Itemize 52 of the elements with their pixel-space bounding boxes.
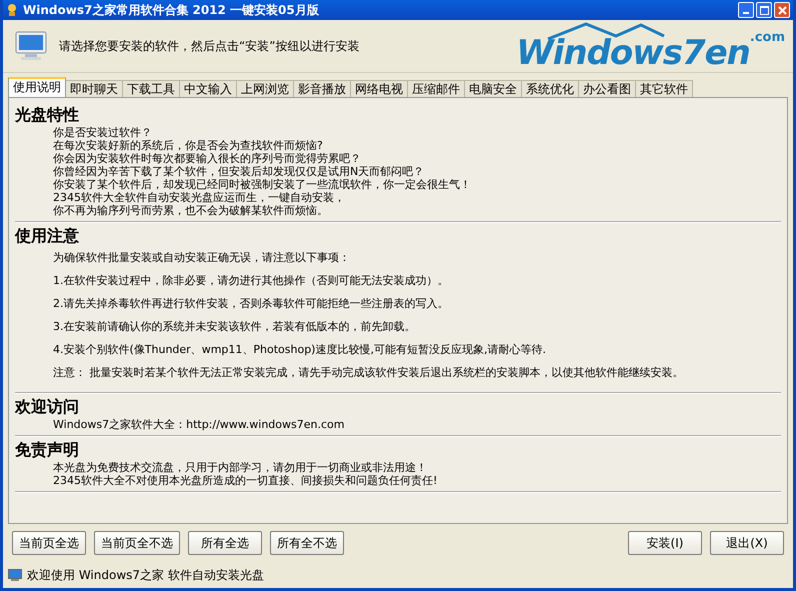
text-line: 你是否安装过软件？	[53, 126, 153, 139]
text-line: 2345软件大全软件自动安装光盘应运而生，一键自动安装，	[53, 191, 346, 204]
section-heading: 使用注意	[15, 225, 80, 247]
tab[interactable]: 中文输入	[179, 80, 237, 97]
exit-button[interactable]: 退出(X)	[710, 531, 784, 555]
text-line: 你会因为安装软件时每次都要输入很长的序列号而觉得劳累吧？	[53, 152, 362, 165]
tab[interactable]: 压缩邮件	[407, 80, 465, 97]
status-text: 欢迎使用 Windows7之家 软件自动安装光盘	[27, 566, 264, 584]
text-line: 你曾经因为辛苦下载了某个软件，但安装后却发现仅仅是试用N天而郁闷吧？	[53, 165, 426, 178]
select-button[interactable]: 所有全不选	[270, 531, 344, 555]
minimize-button[interactable]	[738, 2, 754, 18]
select-button[interactable]: 所有全选	[188, 531, 262, 555]
text-line: 你安装了某个软件后，却发现已经同时被强制安装了一些流氓软件，你一定会很生气！	[53, 178, 472, 191]
section-heading: 光盘特性	[15, 104, 80, 126]
window-title: Windows7之家常用软件合集 2012 一键安装05月版	[23, 2, 320, 18]
tab[interactable]: 其它软件	[635, 80, 693, 97]
text-line: 4.安装个别软件(像Thunder、wmp11、Photoshop)速度比较慢,可能有短暂没反应现象,请耐心等待.	[53, 342, 547, 357]
logo-domain-text: .com	[750, 30, 785, 45]
tab[interactable]: 下载工具	[122, 80, 180, 97]
tab[interactable]: 即时聊天	[65, 80, 123, 97]
tab[interactable]: 办公看图	[578, 80, 636, 97]
text-line: 1.在软件安装过程中，除非必要，请勿进行其他操作（否则可能无法安装成功）。	[53, 273, 450, 288]
section-heading: 欢迎访问	[15, 396, 80, 418]
maximize-icon	[760, 6, 768, 14]
tab[interactable]: 上网浏览	[236, 80, 294, 97]
section-heading: 免责声明	[15, 439, 80, 461]
text-line: 注意： 批量安装时若某个软件无法正常安装完成，请先手动完成该软件安装后退出系统栏的安装脚本，以使其他软件能继续安装。	[53, 365, 684, 380]
app-icon	[6, 3, 18, 17]
close-button[interactable]	[774, 2, 790, 18]
text-line: 3.在安装前请确认你的系统并未安装该软件，若装有低版本的，前先卸载。	[53, 319, 416, 334]
text-line: 2.请先关掉杀毒软件再进行软件安装，否则杀毒软件可能拒绝一些注册表的写入。	[53, 296, 450, 311]
maximize-button[interactable]	[756, 2, 772, 18]
tab[interactable]: 影音播放	[293, 80, 351, 97]
text-line: 2345软件大全不对使用本光盘所造成的一切直接、间接损失和问题负任何责任!	[53, 474, 438, 487]
select-button[interactable]: 当前页全选	[12, 531, 86, 555]
roof-logo-icon	[546, 22, 666, 40]
instruction-text: 请选择您要安装的软件，然后点击“安装”按纽以进行安装	[59, 38, 360, 54]
tab[interactable]: 电脑安全	[464, 80, 522, 97]
tab[interactable]: 系统优化	[521, 80, 579, 97]
text-line: 为确保软件批量安装或自动安装正确无误，请注意以下事项：	[53, 250, 351, 265]
text-line: 你不再为输序列号而劳累，也不会为破解某软件而烦恼。	[53, 204, 329, 217]
tab[interactable]: 网络电视	[350, 80, 408, 97]
monitor-icon	[15, 31, 47, 61]
logo-text: Windows7en	[516, 36, 750, 70]
text-line: Windows7之家软件大全：http://www.windows7en.com	[53, 418, 346, 431]
tab[interactable]: 使用说明	[8, 77, 66, 97]
text-line: 本光盘为免费技术交流盘，只用于内部学习，请勿用于一切商业或非法用途！	[53, 461, 428, 474]
monitor-icon	[8, 568, 22, 582]
close-icon	[778, 6, 786, 14]
select-button[interactable]: 当前页全不选	[94, 531, 180, 555]
text-line: 在每次安装好新的系统后，你是否会为查找软件而烦恼?	[53, 139, 324, 152]
install-button[interactable]: 安装(I)	[628, 531, 702, 555]
